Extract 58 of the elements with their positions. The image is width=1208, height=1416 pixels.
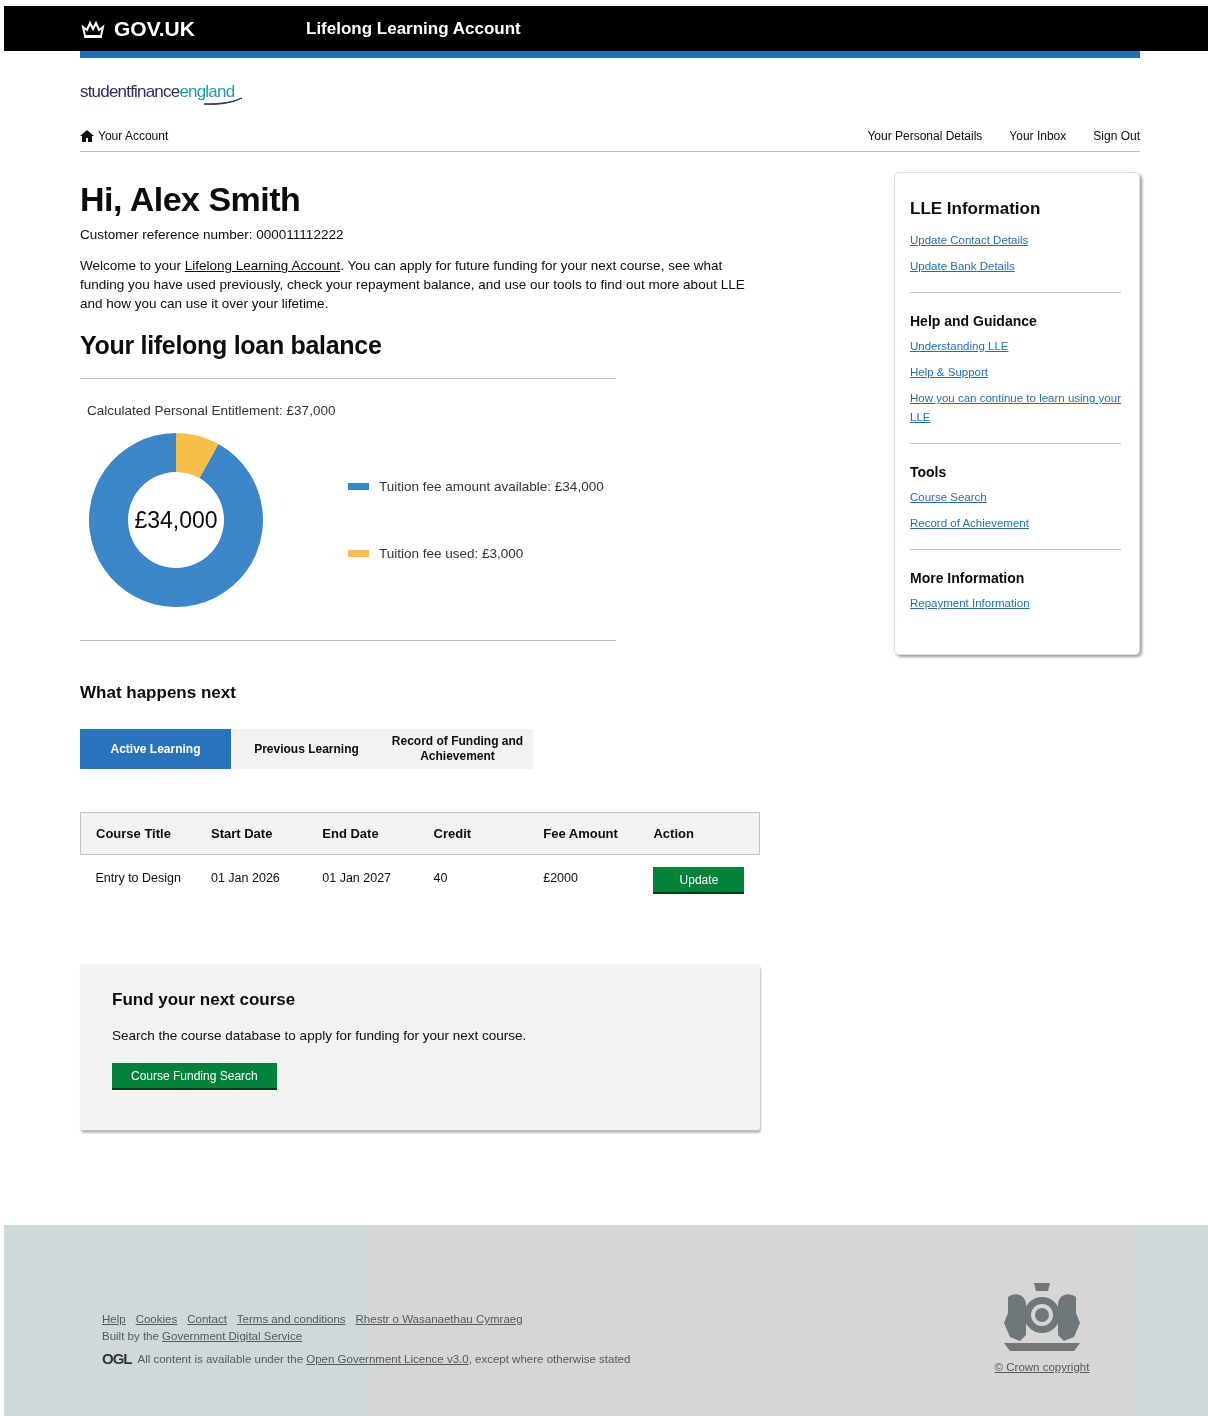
section-heading: More Information: [910, 570, 1026, 586]
brand-logo[interactable]: studentfinanceengland: [80, 82, 245, 108]
sidebar-link[interactable]: Understanding LLE: [910, 337, 1121, 356]
column-header: Fee Amount: [528, 812, 639, 855]
sidebar-link[interactable]: Update Bank Details: [910, 257, 1121, 276]
copyright-link[interactable]: © Crown copyright: [994, 1361, 1090, 1373]
legend-label: Tuition fee used: £3,000: [379, 546, 524, 561]
reference-number: Customer reference number: 000011112222: [80, 226, 345, 244]
tab[interactable]: Active Learning: [80, 729, 231, 769]
table-cell: 01 Jan 2026: [195, 854, 308, 894]
ogl-logo: OGL: [102, 1350, 132, 1367]
nav-link[interactable]: Your Personal Details: [867, 129, 983, 143]
table-cell: 40: [418, 854, 529, 894]
sidebar-link[interactable]: How you can continue to learn using your LLE: [910, 389, 1121, 427]
sidebar-link[interactable]: Update Contact Details: [910, 231, 1121, 250]
footer-link[interactable]: Rhestr o Wasanaethau Cymraeg: [355, 1313, 523, 1325]
nav-link[interactable]: Your Account: [98, 129, 169, 143]
sidebar-link[interactable]: Repayment Information: [910, 594, 1121, 613]
footer-link[interactable]: Cookies: [135, 1313, 178, 1325]
sidebar-link[interactable]: Record of Achievement: [910, 514, 1121, 533]
licence-text: All content is available under the Open Government Licence v3.0, except where otherwise stated: [137, 1352, 631, 1365]
course-funding-search-button[interactable]: Course Funding Search: [112, 1063, 277, 1090]
govuk-logo-text[interactable]: GOV.UK: [114, 16, 195, 41]
home-icon[interactable]: [80, 130, 94, 142]
column-header: Credit: [418, 812, 529, 855]
section-heading: Tools: [910, 464, 948, 480]
greeting-heading: Hi, Alex Smith: [80, 180, 302, 219]
card-heading: Fund your next course: [112, 990, 297, 1010]
nav-link[interactable]: Sign Out: [1093, 129, 1140, 143]
built-by-text: Built by the Government Digital Service: [102, 1330, 303, 1342]
service-name[interactable]: Lifelong Learning Account: [306, 18, 521, 39]
section-heading: Help and Guidance: [910, 313, 1038, 329]
update-button[interactable]: Update: [653, 867, 745, 894]
gds-link[interactable]: Government Digital Service: [162, 1330, 303, 1342]
card-text: Search the course database to apply for funding for your next course.: [112, 1027, 528, 1045]
column-header: Action: [638, 812, 760, 855]
tab[interactable]: Previous Learning: [231, 729, 382, 769]
column-header: Start Date: [195, 812, 308, 855]
licence-link[interactable]: Open Government Licence v3.0: [306, 1352, 469, 1365]
footer-link[interactable]: Terms and conditions: [236, 1313, 346, 1325]
sidebar-link[interactable]: Course Search: [910, 488, 1121, 507]
footer-link[interactable]: Help: [102, 1313, 126, 1325]
section-heading: What happens next: [80, 683, 237, 703]
intro-paragraph: Welcome to your Lifelong Learning Account. You can apply for future funding for your next course, see what funding you have used previously, check your repayment balance, and use our tools to find out more about LLE and how you can use it over your lifetime.: [80, 257, 746, 313]
column-header: End Date: [307, 812, 419, 855]
table-cell: 01 Jan 2027: [307, 854, 419, 894]
section-heading: Your lifelong loan balance: [80, 331, 383, 360]
table-cell: £2000: [528, 854, 639, 894]
tab[interactable]: Record of Funding and Achievement: [382, 729, 533, 769]
balance-amount: £34,000: [134, 506, 218, 534]
section-heading: LLE Information: [910, 199, 1042, 219]
footer-link[interactable]: Contact: [187, 1313, 227, 1325]
column-header: Course Title: [80, 812, 196, 855]
sidebar-link[interactable]: Help & Support: [910, 363, 1121, 382]
nav-link[interactable]: Your Inbox: [1009, 129, 1067, 143]
entitlement-text: Calculated Personal Entitlement: £37,000: [87, 403, 337, 418]
table-cell: Entry to Design: [80, 854, 196, 894]
legend-label: Tuition fee amount available: £34,000: [379, 479, 604, 494]
